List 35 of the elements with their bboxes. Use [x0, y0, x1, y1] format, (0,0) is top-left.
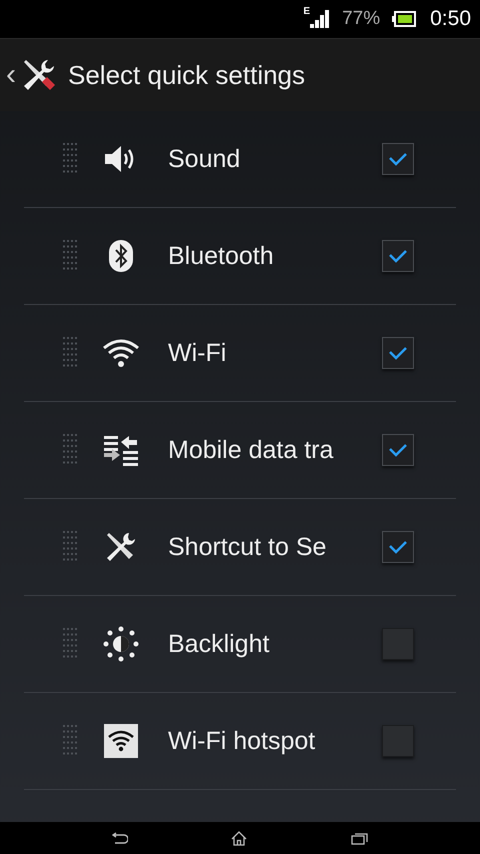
battery-icon: [392, 11, 416, 27]
back-nav-icon[interactable]: [112, 832, 128, 844]
check-icon: [388, 443, 408, 457]
battery-percent: 77%: [342, 8, 380, 30]
checkbox[interactable]: [382, 434, 414, 466]
brightness-icon: [103, 626, 139, 662]
clock: 0:50: [430, 7, 471, 31]
checkbox[interactable]: [382, 143, 414, 175]
bluetooth-icon: [109, 240, 133, 272]
setting-label: Sound: [168, 144, 242, 174]
setting-label: Wi-Fi hotspot: [168, 726, 316, 756]
setting-label: Shortcut to Se: [168, 532, 328, 562]
check-icon: [388, 346, 408, 360]
back-button[interactable]: ‹: [0, 56, 58, 94]
setting-label: Backlight: [168, 630, 270, 658]
tools-icon: [105, 531, 137, 563]
check-icon: [388, 540, 408, 554]
signal-icon: [310, 10, 330, 28]
checkbox[interactable]: [382, 531, 414, 563]
setting-label: Bluetooth: [168, 242, 275, 270]
recents-nav-icon[interactable]: [351, 832, 368, 844]
network-type: E: [303, 6, 310, 17]
hotspot-icon: [104, 724, 138, 758]
check-icon: [388, 249, 408, 263]
setting-label: Mobile data tra: [168, 436, 334, 464]
checkbox[interactable]: [382, 337, 414, 369]
screen-title: Select quick settings: [68, 60, 306, 90]
checkbox[interactable]: [382, 725, 414, 757]
data-transfer-icon: [104, 434, 138, 466]
home-nav-icon[interactable]: [231, 830, 248, 846]
setting-label: Wi-Fi: [168, 338, 228, 368]
checkbox[interactable]: [382, 240, 414, 272]
check-icon: [388, 152, 408, 166]
checkbox[interactable]: [382, 628, 414, 660]
wifi-icon: [102, 338, 140, 368]
